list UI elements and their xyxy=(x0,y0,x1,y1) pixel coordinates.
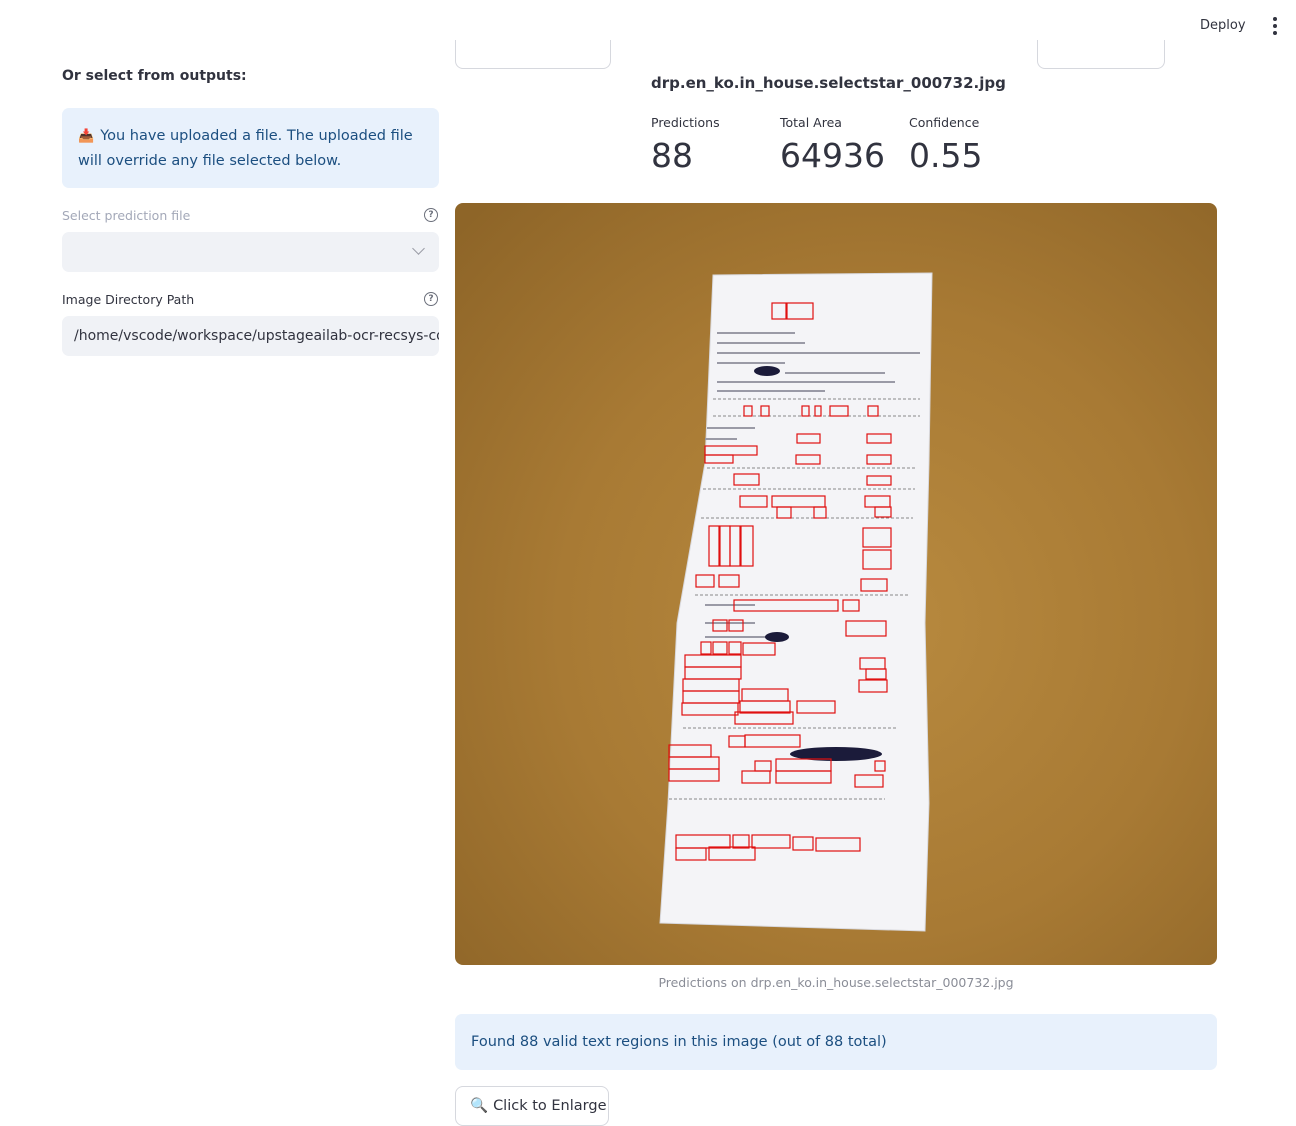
metric-predictions: Predictions 88 xyxy=(651,115,720,175)
inbox-tray-icon: 📥 xyxy=(78,129,95,144)
kebab-menu-icon[interactable] xyxy=(1266,14,1284,38)
nav-button-prev[interactable] xyxy=(455,40,611,69)
upload-info-alert: 📥 You have uploaded a file. The uploaded … xyxy=(62,108,439,188)
magnifier-icon: 🔍 xyxy=(470,1098,489,1114)
metric-label: Confidence xyxy=(909,115,980,130)
chevron-down-icon xyxy=(412,242,425,255)
metric-confidence: Confidence 0.55 xyxy=(909,115,982,175)
metric-value: 0.55 xyxy=(909,136,983,175)
image-directory-input[interactable]: /home/vscode/workspace/upstageailab-ocr-… xyxy=(62,316,439,356)
help-icon[interactable]: ? xyxy=(424,292,438,306)
metric-value: 88 xyxy=(651,136,693,175)
receipt-photo xyxy=(455,203,1217,965)
metric-label: Total Area xyxy=(780,115,842,130)
enlarge-button[interactable]: 🔍 Click to Enlarge xyxy=(455,1086,609,1126)
outputs-subheader: Or select from outputs: xyxy=(62,68,247,84)
image-caption: Predictions on drp.en_ko.in_house.select… xyxy=(658,975,1014,990)
image-filename: drp.en_ko.in_house.selectstar_000732.jpg xyxy=(651,74,1006,92)
found-regions-alert: Found 88 valid text regions in this imag… xyxy=(455,1014,1217,1070)
nav-button-next[interactable] xyxy=(1037,40,1165,69)
select-prediction-label: Select prediction file xyxy=(62,208,191,223)
deploy-button[interactable]: Deploy xyxy=(1200,18,1246,33)
image-directory-label: Image Directory Path xyxy=(62,292,195,307)
help-icon[interactable]: ? xyxy=(424,208,438,222)
metric-value: 64936 xyxy=(780,136,885,175)
enlarge-label: Click to Enlarge xyxy=(493,1098,607,1114)
upload-info-text: You have uploaded a file. The uploaded f… xyxy=(78,128,413,169)
prediction-file-select[interactable] xyxy=(62,232,439,272)
metric-total-area: Total Area 64936 xyxy=(780,115,885,175)
metric-label: Predictions xyxy=(651,115,720,130)
prediction-image[interactable] xyxy=(455,203,1217,965)
